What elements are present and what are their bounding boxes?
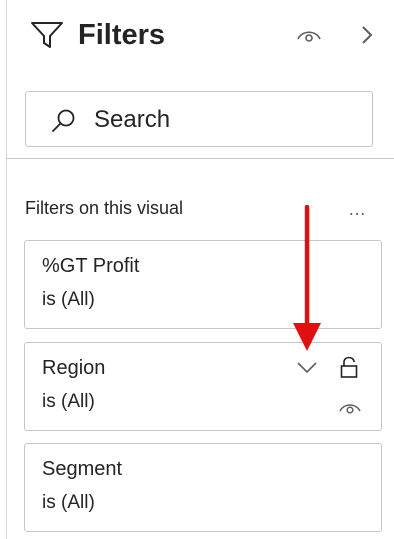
- chevron-right-icon[interactable]: [360, 24, 374, 46]
- filter-card-value: is (All): [42, 391, 95, 412]
- section-title: Filters on this visual: [25, 198, 184, 218]
- filter-card-gt-profit[interactable]: %GT Profit is (All): [24, 240, 382, 329]
- search-placeholder: Search: [94, 106, 171, 133]
- eye-icon[interactable]: [296, 27, 322, 43]
- filter-card-name: Region: [42, 357, 106, 379]
- filter-card-name: Segment: [42, 458, 123, 480]
- annotation-arrow: [293, 205, 321, 351]
- more-options-icon[interactable]: …: [348, 197, 367, 221]
- filters-header: Filters: [30, 16, 390, 54]
- filter-card-value: is (All): [42, 289, 95, 310]
- search-input[interactable]: Search: [25, 91, 373, 147]
- filter-card-value: is (All): [42, 492, 95, 513]
- header-divider: [6, 158, 394, 159]
- chevron-down-icon[interactable]: [296, 361, 318, 375]
- arrow-head: [293, 323, 321, 351]
- search-icon: [52, 109, 75, 132]
- filter-card-segment[interactable]: Segment is (All): [24, 443, 382, 532]
- lock-icon[interactable]: [340, 355, 358, 379]
- filter-card-region[interactable]: Region is (All): [24, 342, 382, 431]
- filter-icon: [31, 22, 63, 48]
- filter-card-name: %GT Profit: [42, 255, 140, 277]
- pane-title: Filters: [78, 19, 166, 51]
- pane-left-border: [6, 0, 7, 539]
- eye-icon[interactable]: [338, 400, 362, 415]
